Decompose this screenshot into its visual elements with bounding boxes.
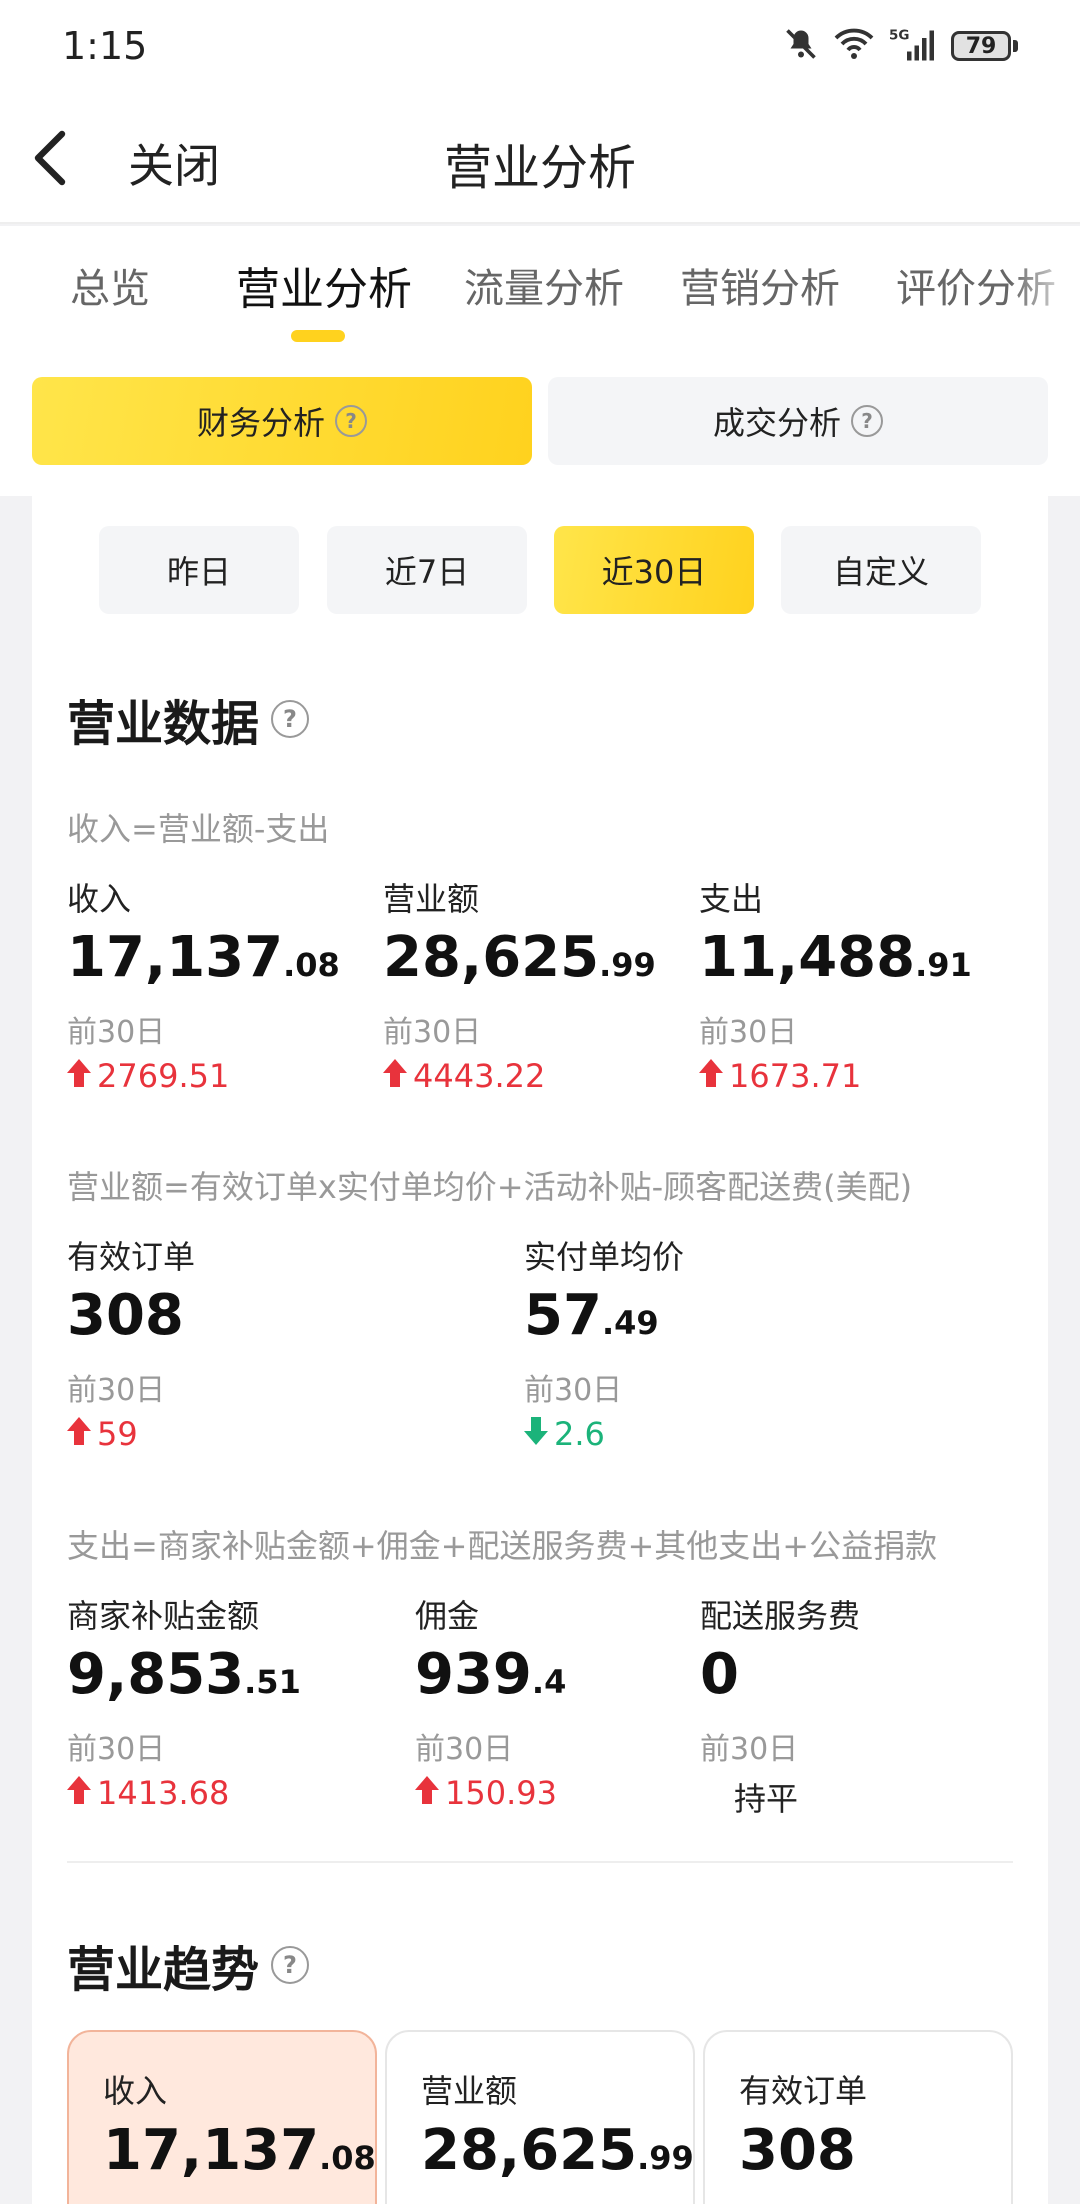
metric-prev-label: 前30日 xyxy=(67,1732,166,1767)
analysis-tabs: 总览 营业分析 流量分析 营销分析 评价分析 xyxy=(0,226,1080,358)
metric-value: 11,488.91 xyxy=(699,925,972,990)
tab-business-analysis[interactable]: 营业分析 xyxy=(236,253,412,317)
status-icons: 5G 79 xyxy=(783,24,1018,68)
section-title-business-data: 营业数据 ? xyxy=(67,684,310,754)
trend-card-valid-orders[interactable]: 有效订单 308 xyxy=(703,2030,1013,2204)
metric-change: 2769.51 xyxy=(67,1057,340,1095)
period-custom[interactable]: 自定义 xyxy=(781,526,981,614)
metric-prev-label: 前30日 xyxy=(67,1373,166,1408)
metric-prev-label: 前30日 xyxy=(415,1732,514,1767)
divider xyxy=(67,1861,1013,1863)
trend-card-value: 28,625.99 xyxy=(421,2118,694,2183)
help-icon[interactable]: ? xyxy=(271,700,310,738)
metric-merchant-subsidy[interactable]: 商家补贴金额 9,853.51 前30日 1413.68 xyxy=(67,1591,301,1812)
metric-value: 939.4 xyxy=(415,1642,567,1707)
period-yesterday[interactable]: 昨日 xyxy=(99,526,299,614)
formula-expense: 支出=商家补贴金额+佣金+配送服务费+其他支出+公益捐款 xyxy=(67,1527,938,1565)
tab-overview[interactable]: 总览 xyxy=(70,256,150,314)
trend-card-label: 收入 xyxy=(103,2072,168,2110)
trend-card-value: 17,137.08 xyxy=(103,2118,376,2183)
metric-change: 1673.71 xyxy=(699,1057,972,1095)
metric-change: 150.93 xyxy=(415,1774,566,1812)
metric-label: 收入 xyxy=(67,880,132,918)
status-time: 1:15 xyxy=(62,24,148,68)
metric-valid-orders[interactable]: 有效订单 308 前30日 59 xyxy=(67,1232,195,1453)
metric-value: 28,625.99 xyxy=(383,925,656,990)
arrow-up-icon xyxy=(67,1774,91,1812)
metric-value: 0 xyxy=(700,1642,739,1707)
section-title-business-trend: 营业趋势 ? xyxy=(67,1930,310,2000)
help-icon[interactable]: ? xyxy=(271,1946,310,1984)
metric-change: 持平 xyxy=(734,1780,799,1818)
metric-label: 营业额 xyxy=(383,880,480,918)
period-last-7-days[interactable]: 近7日 xyxy=(327,526,527,614)
segment-deal-analysis[interactable]: 成交分析 ? xyxy=(548,377,1048,465)
nav-bar: 关闭 营业分析 xyxy=(0,92,1080,224)
tab-marketing-analysis[interactable]: 营销分析 xyxy=(680,256,840,314)
metric-revenue[interactable]: 营业额 28,625.99 前30日 4443.22 xyxy=(383,874,656,1095)
metric-prev-label: 前30日 xyxy=(699,1015,798,1050)
metric-prev-label: 前30日 xyxy=(383,1015,482,1050)
metric-label: 有效订单 xyxy=(67,1238,196,1276)
metric-prev-label: 前30日 xyxy=(67,1015,166,1050)
metric-expense[interactable]: 支出 11,488.91 前30日 1673.71 xyxy=(699,874,972,1095)
segment-label: 成交分析 xyxy=(712,404,841,442)
battery-level: 79 xyxy=(951,31,1011,61)
bell-muted-icon xyxy=(783,26,819,66)
metric-income[interactable]: 收入 17,137.08 前30日 2769.51 xyxy=(67,874,340,1095)
metric-prev-label: 前30日 xyxy=(700,1732,799,1767)
arrow-down-icon xyxy=(524,1415,548,1453)
metric-label: 实付单均价 xyxy=(524,1238,685,1276)
metric-change: 2.6 xyxy=(524,1415,684,1453)
metric-value: 17,137.08 xyxy=(67,925,340,990)
metric-label: 商家补贴金额 xyxy=(67,1597,260,1635)
section-title-text: 营业数据 xyxy=(67,696,260,752)
arrow-up-icon xyxy=(67,1057,91,1095)
metric-change: 4443.22 xyxy=(383,1057,656,1095)
metric-change: 1413.68 xyxy=(67,1774,301,1812)
trend-card-value: 308 xyxy=(739,2118,856,2183)
metric-value: 9,853.51 xyxy=(67,1642,301,1707)
wifi-icon xyxy=(833,26,875,66)
signal-5g-icon: 5G xyxy=(889,26,937,66)
segment-finance-analysis[interactable]: 财务分析 ? xyxy=(32,377,532,465)
help-icon[interactable]: ? xyxy=(851,405,883,437)
trend-card-label: 营业额 xyxy=(421,2072,518,2110)
business-data-card: 昨日 近7日 近30日 自定义 营业数据 ? 收入=营业额-支出 收入 17,1… xyxy=(32,496,1048,2204)
segment-label: 财务分析 xyxy=(196,404,325,442)
formula-revenue: 营业额=有效订单x实付单均价+活动补贴-顾客配送费(美配) xyxy=(67,1168,913,1206)
metric-value: 57.49 xyxy=(524,1283,659,1348)
metric-label: 佣金 xyxy=(415,1597,480,1635)
metric-delivery-service-fee[interactable]: 配送服务费 0 前30日 持平 xyxy=(700,1591,860,1820)
trend-card-income[interactable]: 收入 17,137.08 xyxy=(67,2030,377,2204)
tab-active-indicator xyxy=(291,330,345,342)
metric-commission[interactable]: 佣金 939.4 前30日 150.93 xyxy=(415,1591,566,1812)
status-bar: 1:15 5G 79 xyxy=(0,0,1080,92)
arrow-up-icon xyxy=(415,1774,439,1812)
metric-label: 支出 xyxy=(699,880,764,918)
metric-avg-order-price[interactable]: 实付单均价 57.49 前30日 2.6 xyxy=(524,1232,684,1453)
segment-switch: 财务分析 ? 成交分析 ? xyxy=(0,358,1080,496)
formula-income: 收入=营业额-支出 xyxy=(67,810,330,848)
arrow-up-icon xyxy=(699,1057,723,1095)
period-last-30-days[interactable]: 近30日 xyxy=(554,526,754,614)
tab-traffic-analysis[interactable]: 流量分析 xyxy=(464,256,624,314)
page-title: 营业分析 xyxy=(443,140,636,196)
metric-value: 308 xyxy=(67,1283,184,1348)
battery-icon: 79 xyxy=(951,31,1018,61)
help-icon[interactable]: ? xyxy=(335,405,367,437)
trend-card-revenue[interactable]: 营业额 28,625.99 xyxy=(385,2030,695,2204)
metric-prev-label: 前30日 xyxy=(524,1373,623,1408)
metric-change: 59 xyxy=(67,1415,195,1453)
trend-card-label: 有效订单 xyxy=(739,2072,868,2110)
svg-text:5G: 5G xyxy=(889,28,909,44)
section-title-text: 营业趋势 xyxy=(67,1942,260,1998)
metric-label: 配送服务费 xyxy=(700,1597,861,1635)
arrow-up-icon xyxy=(383,1057,407,1095)
arrow-up-icon xyxy=(67,1415,91,1453)
